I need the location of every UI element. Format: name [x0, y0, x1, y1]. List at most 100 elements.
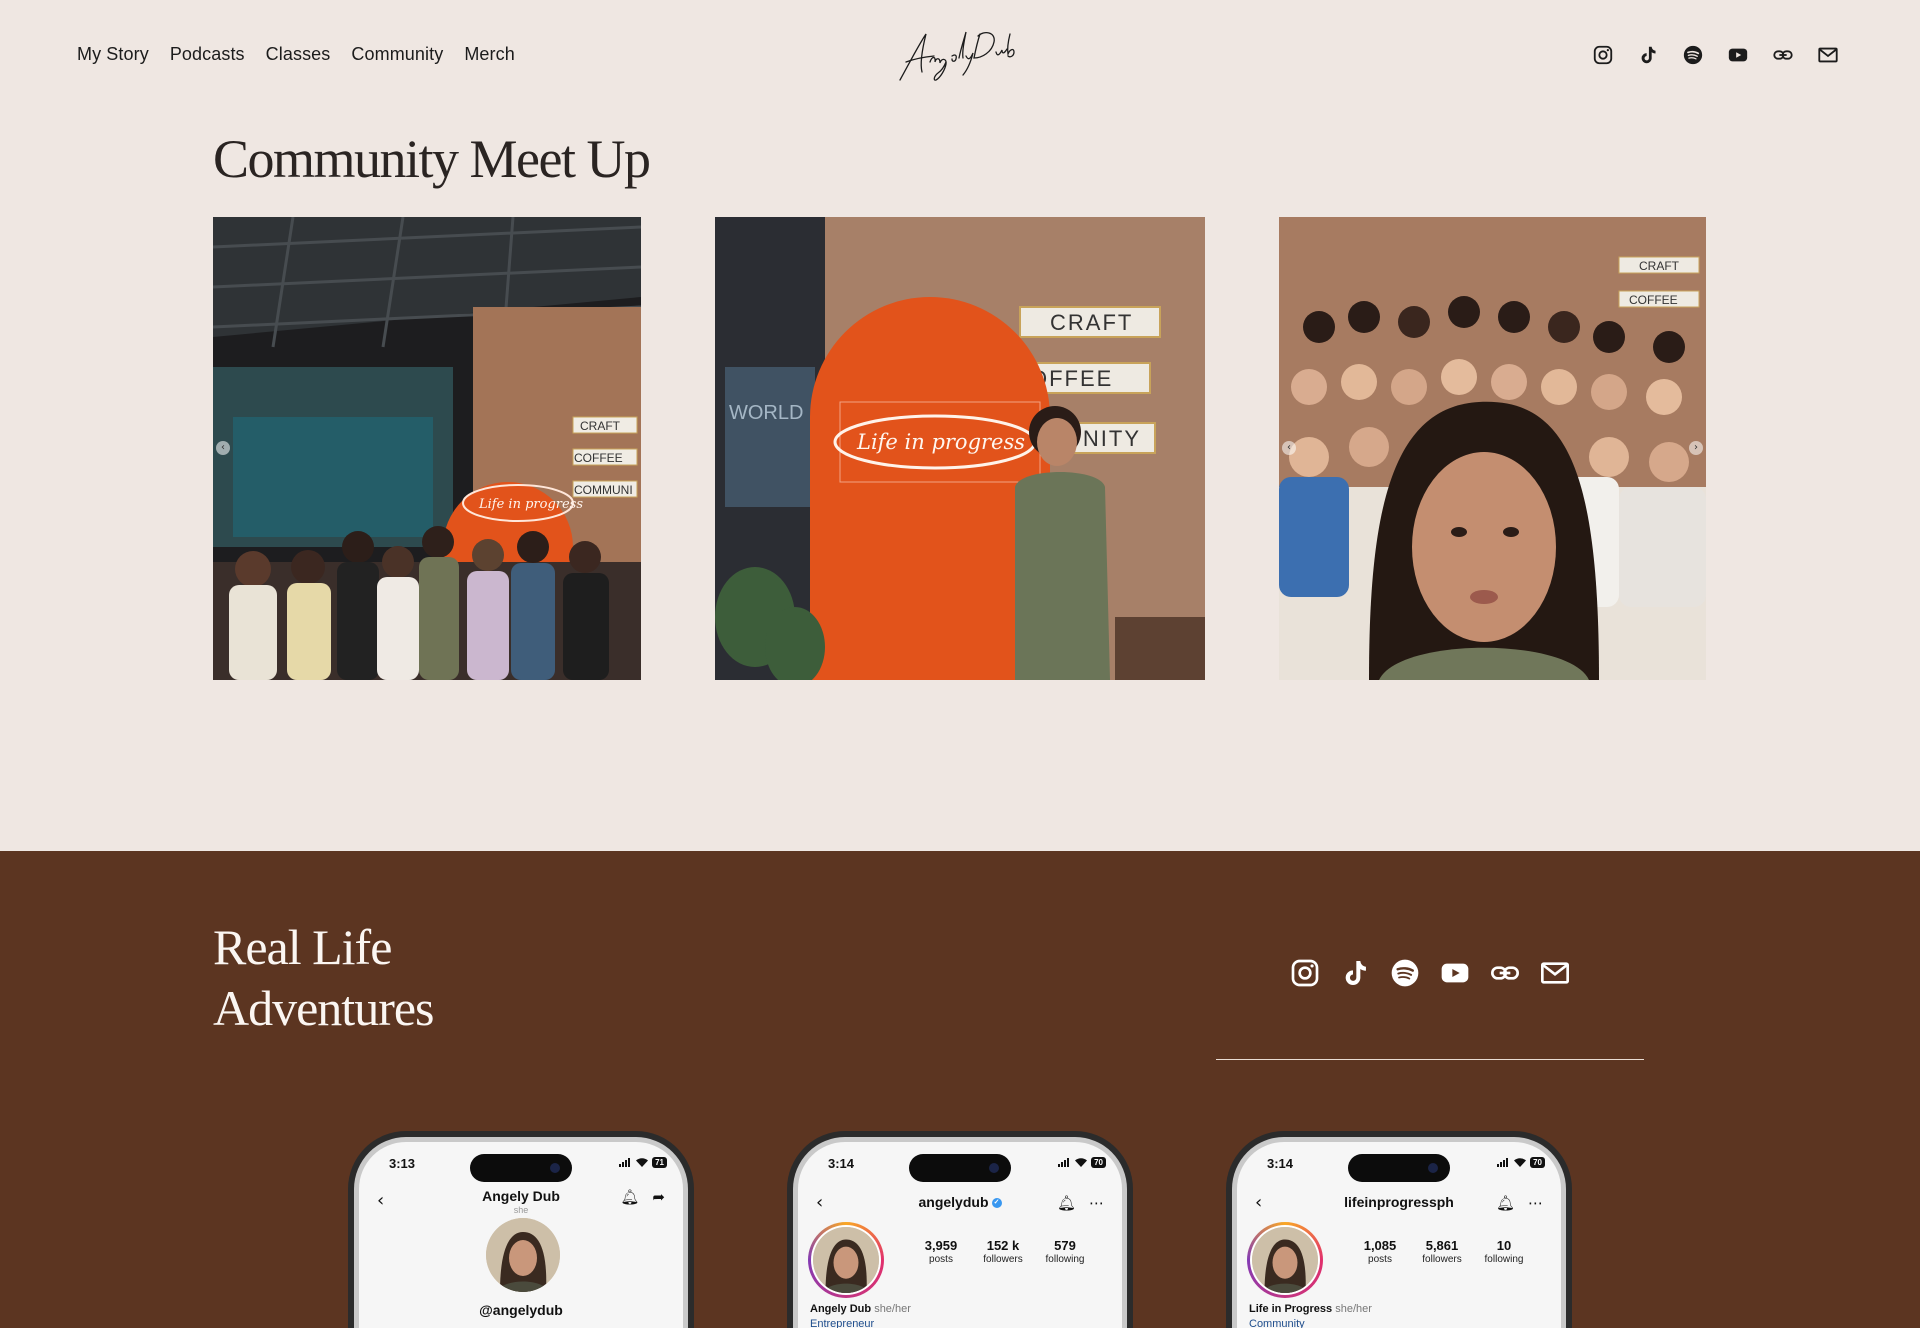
nav-community[interactable]: Community — [351, 44, 443, 65]
followers-count: 152 k — [986, 1238, 1020, 1253]
portrait-photo-image: WORLD CRAFT OFFEE UNITY Life in progress — [715, 217, 1205, 680]
avatar[interactable] — [808, 1222, 884, 1298]
avatar[interactable] — [1247, 1222, 1323, 1298]
site-logo[interactable] — [896, 26, 1032, 84]
phone-mockup-1[interactable]: 3:13 71 ‹ Angely Dub she 🔔︎ ➦ @angelydub — [348, 1131, 694, 1328]
tiktok-icon — [1345, 961, 1366, 985]
battery-icon: 70 — [1530, 1157, 1545, 1168]
phone-screen: 3:14 70 ‹ angelydub ✓ 🔔︎ ⋯ 3,959 posts 152… — [798, 1142, 1122, 1328]
instagram-link[interactable] — [1592, 44, 1614, 66]
instagram-icon — [1593, 45, 1613, 65]
bio-name-text: Angely Dub — [810, 1303, 872, 1315]
avatar-image — [486, 1218, 560, 1292]
spotify-link[interactable] — [1682, 44, 1704, 66]
group-photo-image: CRAFT COFFEE COMMUNI Life in progress — [213, 217, 641, 680]
carousel-next-icon[interactable]: › — [1689, 441, 1703, 455]
carousel-prev-icon[interactable]: ‹ — [216, 441, 230, 455]
battery-icon: 71 — [652, 1157, 667, 1168]
dynamic-island — [909, 1154, 1011, 1182]
posts-count: 1,085 — [1363, 1238, 1397, 1253]
link-icon — [1491, 966, 1519, 980]
youtube-icon — [1728, 48, 1748, 62]
bio-pronoun: she/her — [874, 1303, 911, 1315]
avatar-image — [1252, 1227, 1318, 1293]
youtube-link[interactable] — [1439, 957, 1471, 989]
avatar[interactable] — [486, 1218, 560, 1292]
website-link[interactable] — [1772, 44, 1794, 66]
nav-my-story[interactable]: My Story — [77, 44, 149, 65]
photo-2-sign-1: CRAFT — [1050, 310, 1133, 335]
real-life-title-line-2: Adventures — [213, 980, 434, 1036]
profile-pronoun: she — [513, 1205, 529, 1215]
website-link[interactable] — [1489, 957, 1521, 989]
following-stat[interactable]: 10 following — [1473, 1238, 1535, 1265]
signal-icon — [1058, 1158, 1071, 1167]
signature-logo-icon — [899, 31, 1015, 81]
profile-handle: @angelydub — [479, 1302, 563, 1318]
real-life-title: Real Life Adventures — [213, 917, 434, 1039]
posts-stat[interactable]: 3,959 posts — [910, 1238, 972, 1265]
real-life-section: Real Life Adventures 3:13 71 ‹ Angely Du… — [0, 851, 1920, 1328]
spotify-icon — [1391, 959, 1419, 987]
followers-count: 5,861 — [1425, 1238, 1459, 1253]
posts-count: 3,959 — [924, 1238, 958, 1253]
bio-category: Entrepreneur — [810, 1318, 875, 1328]
phone-screen: 3:13 71 ‹ Angely Dub she 🔔︎ ➦ @angelydub — [359, 1142, 683, 1328]
photo-1-sign-3: COMMUNI — [574, 483, 633, 497]
following-label: following — [1484, 1254, 1524, 1265]
community-photo-1[interactable]: CRAFT COFFEE COMMUNI Life in progress ‹ — [213, 217, 641, 680]
more-options-icon[interactable]: ⋯ — [1089, 1194, 1104, 1212]
notifications-icon[interactable]: 🔔︎ — [1057, 1194, 1076, 1212]
profile-actions: 🔔︎ ⋯ — [1496, 1194, 1543, 1212]
wifi-icon — [1514, 1158, 1527, 1167]
tiktok-icon — [1641, 46, 1656, 64]
username-text: angelydub — [918, 1194, 989, 1210]
community-title: Community Meet Up — [213, 129, 651, 189]
nav-podcasts[interactable]: Podcasts — [170, 44, 245, 65]
real-life-title-line-1: Real Life — [213, 919, 392, 975]
status-time: 3:14 — [1267, 1156, 1294, 1171]
more-options-icon[interactable]: ⋯ — [1528, 1194, 1543, 1212]
followers-label: followers — [1422, 1254, 1462, 1265]
phone-mockup-2[interactable]: 3:14 70 ‹ angelydub ✓ 🔔︎ ⋯ 3,959 posts 152… — [787, 1131, 1133, 1328]
following-count: 579 — [1054, 1238, 1076, 1253]
phone-mockup-3[interactable]: 3:14 70 ‹ lifeinprogressph 🔔︎ ⋯ 1,085 pos… — [1226, 1131, 1572, 1328]
wifi-icon — [1075, 1158, 1088, 1167]
spotify-icon — [1683, 45, 1703, 65]
followers-stat[interactable]: 152 k followers — [972, 1238, 1034, 1265]
tiktok-link[interactable] — [1637, 44, 1659, 66]
instagram-link[interactable] — [1289, 957, 1321, 989]
wifi-icon — [636, 1158, 649, 1167]
followers-label: followers — [983, 1254, 1023, 1265]
email-link[interactable] — [1817, 44, 1839, 66]
nav-classes[interactable]: Classes — [266, 44, 331, 65]
bell-icon[interactable]: 🔔︎ — [620, 1188, 639, 1206]
dynamic-island — [1348, 1154, 1450, 1182]
notifications-icon[interactable]: 🔔︎ — [1496, 1194, 1515, 1212]
phone-screen: 3:14 70 ‹ lifeinprogressph 🔔︎ ⋯ 1,085 pos… — [1237, 1142, 1561, 1328]
carousel-prev-icon[interactable]: ‹ — [1282, 441, 1296, 455]
profile-stats: 3,959 posts 152 k followers 579 following — [910, 1238, 1096, 1265]
profile-actions: 🔔︎ ➦ — [620, 1188, 665, 1206]
nav-merch[interactable]: Merch — [464, 44, 515, 65]
spotify-link[interactable] — [1389, 957, 1421, 989]
posts-stat[interactable]: 1,085 posts — [1349, 1238, 1411, 1265]
followers-stat[interactable]: 5,861 followers — [1411, 1238, 1473, 1265]
youtube-link[interactable] — [1727, 44, 1749, 66]
signal-icon — [619, 1158, 632, 1167]
selfie-photo-image: CRAFT COFFEE — [1279, 217, 1706, 680]
dynamic-island — [470, 1154, 572, 1182]
tiktok-link[interactable] — [1339, 957, 1371, 989]
photo-2-neon: Life in progress — [856, 430, 1025, 454]
following-count: 10 — [1496, 1238, 1512, 1253]
bio-pronoun: she/her — [1335, 1303, 1372, 1315]
header-social-links — [1592, 44, 1839, 66]
email-link[interactable] — [1539, 957, 1571, 989]
share-icon[interactable]: ➦ — [652, 1188, 665, 1206]
following-stat[interactable]: 579 following — [1034, 1238, 1096, 1265]
photo-2-wall-text: WORLD — [729, 402, 803, 424]
community-photo-3[interactable]: CRAFT COFFEE ‹ › — [1279, 217, 1706, 680]
posts-label: posts — [1368, 1254, 1392, 1265]
status-bar-icons: 70 — [1497, 1157, 1545, 1168]
community-photo-2[interactable]: WORLD CRAFT OFFEE UNITY Life in progress — [715, 217, 1205, 680]
